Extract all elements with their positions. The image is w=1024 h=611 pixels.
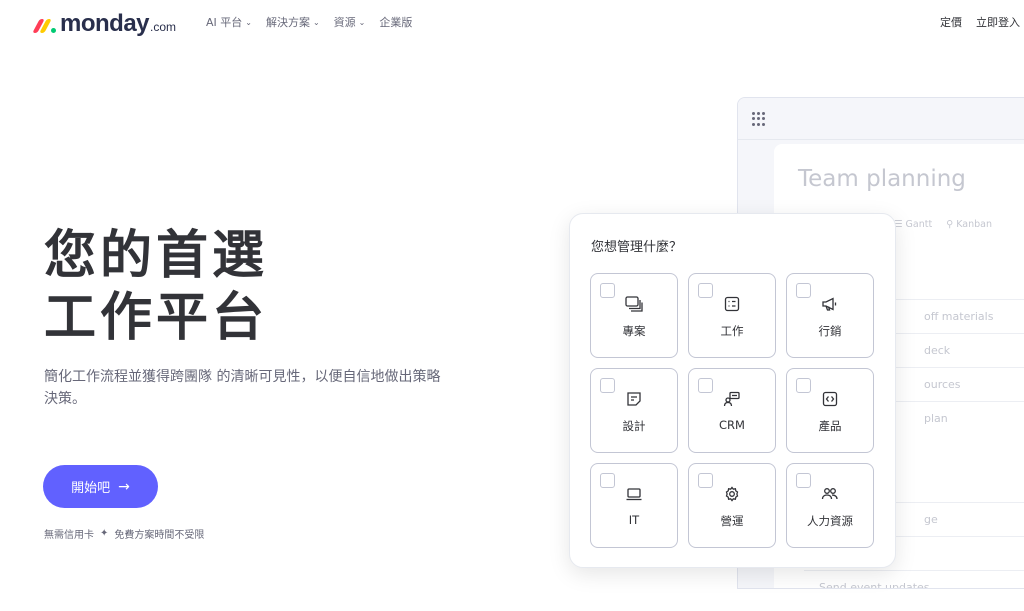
- view-tab-kanban: ⚲ Kanban: [946, 219, 992, 230]
- board-views: ☰ Gantt ⚲ Kanban: [894, 219, 992, 230]
- nav-item-label: 解決方案: [265, 16, 310, 29]
- nav-item-label: 資源: [333, 16, 356, 29]
- option-tiles: 專案 工作 行銷 設計 CRM 產品 IT 營運 人力資源: [590, 273, 874, 548]
- hero-title-line-1: 您的首選: [44, 226, 269, 286]
- tile-label: CRM: [719, 418, 745, 432]
- laptop-icon: [591, 486, 677, 504]
- tile-design[interactable]: 設計: [590, 368, 678, 453]
- tile-projects[interactable]: 專案: [590, 273, 678, 358]
- megaphone-icon: [787, 296, 873, 314]
- logo-suffix: .com: [150, 20, 177, 34]
- hero-footnote: 無需信用卡 ✦ 免費方案時間不受限: [44, 526, 204, 541]
- board-title: Team planning: [798, 166, 966, 192]
- top-nav: monday .com AI 平台 ⌄ 解決方案 ⌄ 資源 ⌄ 企業版 定價 立…: [0, 0, 1024, 44]
- hero-title-line-2: 工作平台: [44, 288, 269, 348]
- app-preview-topbar: [738, 98, 1024, 140]
- login-link[interactable]: 立即登入: [976, 14, 1020, 30]
- design-icon: [591, 391, 677, 409]
- logo-mark-icon: [32, 15, 56, 33]
- manage-selection-panel: 您想管理什麼？ 專案 工作 行銷 設計 CRM 產品 IT 營運 人力資源: [569, 213, 896, 568]
- gear-icon: [689, 486, 775, 504]
- panel-title: 您想管理什麼？: [591, 240, 683, 255]
- chevron-down-icon: ⌄: [358, 17, 366, 27]
- app-grid-icon: [752, 112, 766, 126]
- tile-label: 設計: [622, 419, 646, 433]
- logo-word: monday: [60, 10, 150, 37]
- nav-menu: AI 平台 ⌄ 解決方案 ⌄ 資源 ⌄ 企業版: [206, 14, 412, 30]
- footnote-free-plan: 免費方案時間不受限: [114, 530, 205, 541]
- chevron-down-icon: ⌄: [245, 17, 252, 27]
- task-icon: [689, 296, 775, 314]
- tile-product[interactable]: 產品: [786, 368, 874, 453]
- sparkle-icon: ✦: [100, 528, 109, 539]
- board-row: Send event updates: [804, 570, 1024, 588]
- crm-icon: [689, 391, 775, 409]
- tile-operations[interactable]: 營運: [688, 463, 776, 548]
- tile-label: 工作: [720, 324, 744, 338]
- nav-right: 定價 立即登入: [940, 14, 1020, 30]
- tile-label: 行銷: [818, 324, 842, 338]
- get-started-button[interactable]: 開始吧 →: [43, 465, 158, 508]
- nav-item-label: 企業版: [379, 16, 413, 29]
- tile-label: 人力資源: [807, 514, 853, 528]
- tile-tasks[interactable]: 工作: [688, 273, 776, 358]
- nav-item-resources[interactable]: 資源 ⌄: [334, 14, 366, 30]
- product-icon: [787, 391, 873, 409]
- monday-logo[interactable]: monday .com: [32, 10, 177, 37]
- tile-it[interactable]: IT: [590, 463, 678, 548]
- tile-label: IT: [628, 513, 640, 527]
- footnote-no-card: 無需信用卡: [44, 530, 94, 541]
- nav-item-solutions[interactable]: 解決方案 ⌄: [266, 14, 320, 30]
- project-icon: [591, 296, 677, 314]
- tile-label: 營運: [720, 514, 744, 528]
- tile-crm[interactable]: CRM: [688, 368, 776, 453]
- arrow-right-icon: →: [118, 478, 130, 495]
- people-icon: [787, 486, 873, 504]
- chevron-down-icon: ⌄: [312, 17, 320, 27]
- nav-item-enterprise[interactable]: 企業版: [379, 14, 412, 30]
- view-tab-gantt: ☰ Gantt: [894, 219, 933, 230]
- cta-label: 開始吧: [71, 481, 111, 496]
- pricing-link[interactable]: 定價: [940, 14, 962, 30]
- tile-hr[interactable]: 人力資源: [786, 463, 874, 548]
- tile-label: 產品: [818, 419, 842, 433]
- nav-item-ai-platform[interactable]: AI 平台 ⌄: [206, 14, 252, 30]
- hero-title: 您的首選 工作平台: [44, 225, 268, 349]
- hero-subtitle: 簡化工作流程並獲得跨團隊 的清晰可見性，以便自信地做出策略決策。: [44, 369, 441, 407]
- tile-label: 專案: [622, 324, 646, 338]
- nav-item-label: AI 平台: [206, 16, 243, 29]
- tile-marketing[interactable]: 行銷: [786, 273, 874, 358]
